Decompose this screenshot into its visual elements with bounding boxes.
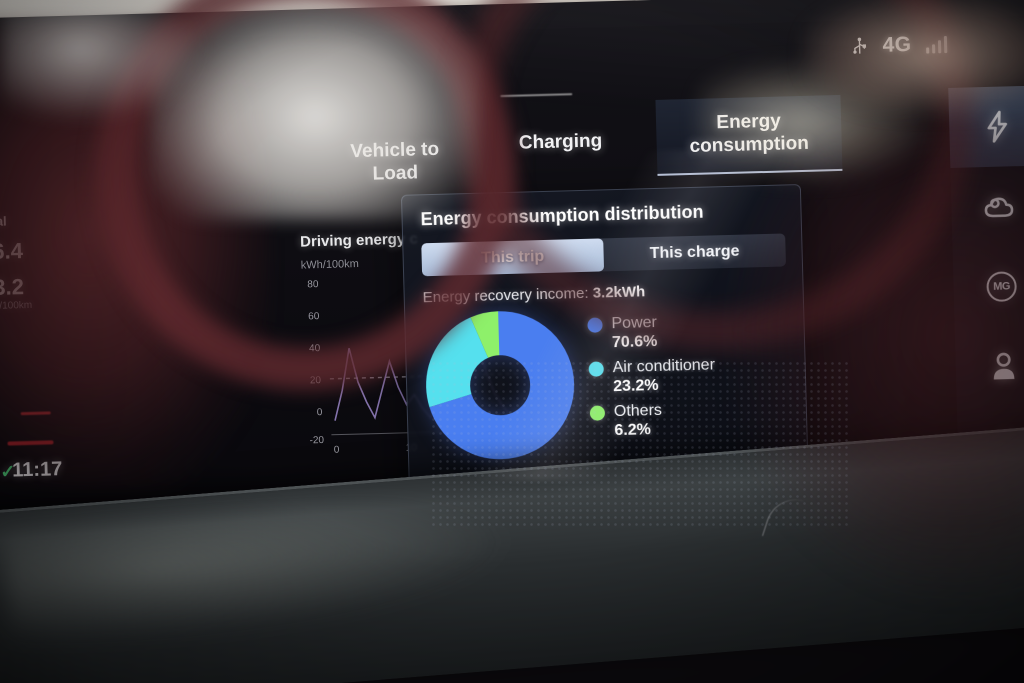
screenshot-root: 4G Vehicle to Load Charging Energy consu… bbox=[0, 0, 1024, 683]
photo-vignette bbox=[0, 0, 1024, 683]
